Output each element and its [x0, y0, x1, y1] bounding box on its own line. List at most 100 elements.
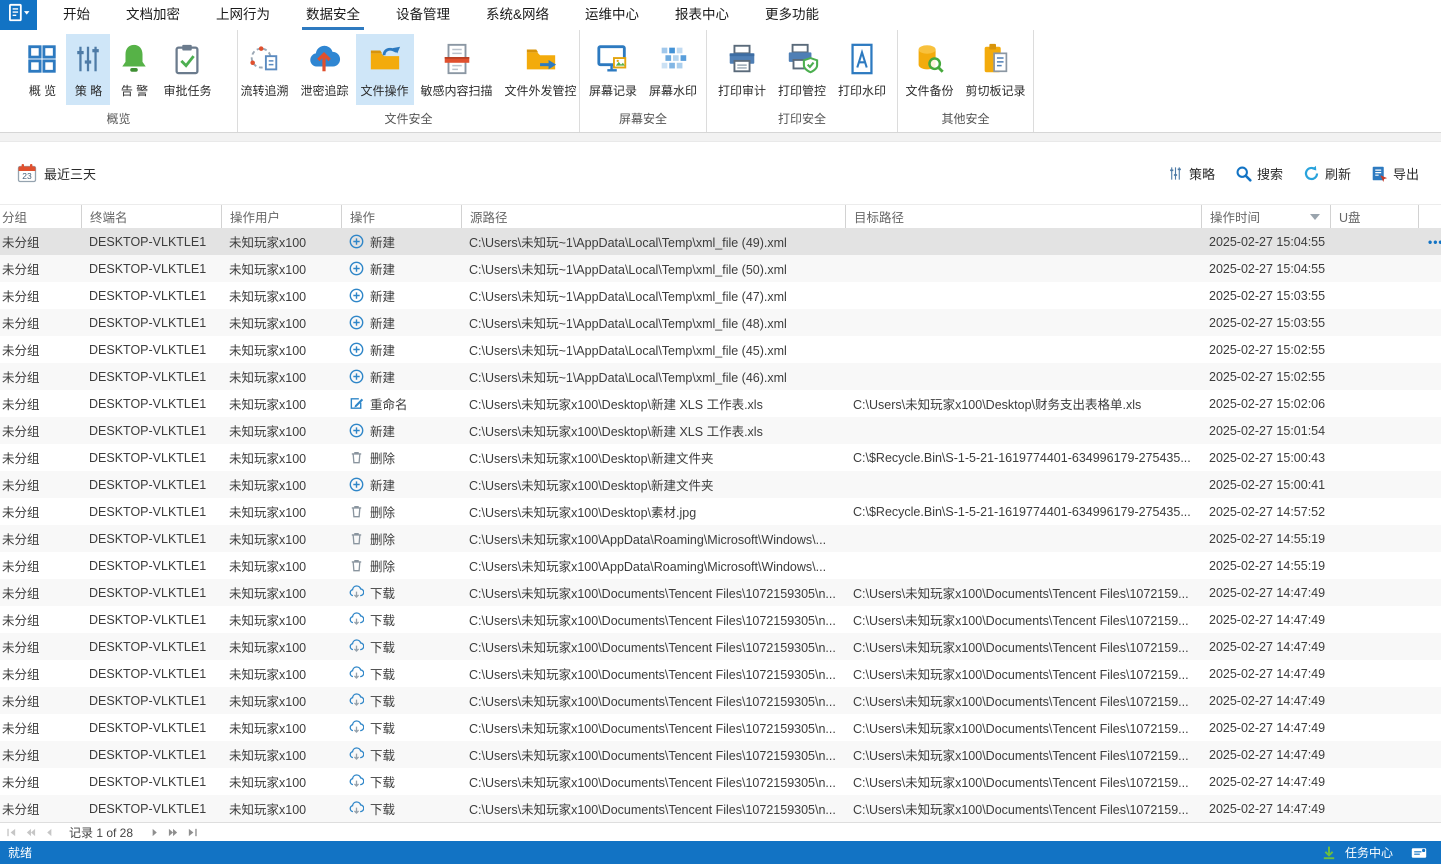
cell-group: 未分组 [0, 471, 81, 498]
cell-operation: 新建 [341, 255, 461, 282]
ribbon-button-文件操作[interactable]: 文件操作 [356, 34, 414, 105]
cell-operation: 删除 [341, 444, 461, 471]
table-row[interactable]: 未分组DESKTOP-VLKTLE1未知玩家x100新建C:\Users\未知玩… [0, 336, 1441, 363]
table-row[interactable]: 未分组DESKTOP-VLKTLE1未知玩家x100新建C:\Users\未知玩… [0, 417, 1441, 444]
menu-tab-系统&网络[interactable]: 系统&网络 [468, 0, 567, 30]
pager-next-icon[interactable] [147, 826, 162, 839]
pager-last-icon[interactable] [185, 826, 200, 839]
cloud-down-icon [349, 612, 364, 627]
table-row[interactable]: 未分组DESKTOP-VLKTLE1未知玩家x100重命名C:\Users\未知… [0, 390, 1441, 417]
ribbon-button-打印水印[interactable]: 打印水印 [833, 34, 891, 105]
column-header-row-actions[interactable] [1418, 205, 1441, 228]
toolbar-搜索-button[interactable]: 搜索 [1235, 164, 1283, 183]
toolbar-刷新-button[interactable]: 刷新 [1303, 164, 1351, 183]
column-header-label: 源路径 [470, 207, 508, 226]
ribbon-button-剪切板记录[interactable]: 剪切板记录 [961, 34, 1031, 105]
cell-target-path [845, 282, 1201, 309]
column-header-目标路径[interactable]: 目标路径 [845, 205, 1201, 228]
cell-source-path: C:\Users\未知玩家x100\Documents\Tencent File… [461, 795, 845, 822]
task-center-button[interactable]: 任务中心 [1345, 844, 1393, 861]
column-header-label: U盘 [1339, 207, 1361, 226]
app-menu-button[interactable] [0, 0, 37, 30]
table-row[interactable]: 未分组DESKTOP-VLKTLE1未知玩家x100新建C:\Users\未知玩… [0, 228, 1441, 255]
column-header-操作[interactable]: 操作 [341, 205, 461, 228]
ribbon-button-屏幕记录[interactable]: 屏幕记录 [584, 34, 642, 105]
table-row[interactable]: 未分组DESKTOP-VLKTLE1未知玩家x100新建C:\Users\未知玩… [0, 255, 1441, 282]
table-row[interactable]: 未分组DESKTOP-VLKTLE1未知玩家x100下载C:\Users\未知玩… [0, 714, 1441, 741]
ribbon-button-文件备份[interactable]: 文件备份 [900, 34, 958, 105]
edit-icon [349, 396, 364, 411]
cell-user: 未知玩家x100 [221, 417, 341, 444]
cell-row-actions [1418, 417, 1441, 444]
ribbon-button-概览[interactable]: 概 览 [20, 34, 64, 105]
table-row[interactable]: 未分组DESKTOP-VLKTLE1未知玩家x100下载C:\Users\未知玩… [0, 633, 1441, 660]
ribbon-button-敏感内容扫描[interactable]: 敏感内容扫描 [416, 34, 498, 105]
menu-tab-更多功能[interactable]: 更多功能 [747, 0, 837, 30]
column-header-终端名[interactable]: 终端名 [81, 205, 221, 228]
ribbon-group-label: 打印安全 [707, 110, 897, 132]
sort-down-icon[interactable] [1310, 214, 1320, 220]
cell-operation: 下载 [341, 795, 461, 822]
folder-back-icon [368, 42, 402, 76]
ribbon-button-屏幕水印[interactable]: 屏幕水印 [644, 34, 702, 105]
table-row[interactable]: 未分组DESKTOP-VLKTLE1未知玩家x100下载C:\Users\未知玩… [0, 687, 1441, 714]
operation-label: 下载 [370, 610, 395, 629]
table-row[interactable]: 未分组DESKTOP-VLKTLE1未知玩家x100删除C:\Users\未知玩… [0, 444, 1441, 471]
column-header-源路径[interactable]: 源路径 [461, 205, 845, 228]
cell-user: 未知玩家x100 [221, 714, 341, 741]
ribbon-button-泄密追踪[interactable]: 泄密追踪 [295, 34, 353, 105]
ribbon-button-文件外发管控[interactable]: 文件外发管控 [500, 34, 582, 105]
table-row[interactable]: 未分组DESKTOP-VLKTLE1未知玩家x100下载C:\Users\未知玩… [0, 579, 1441, 606]
cell-target-path [845, 525, 1201, 552]
date-filter-button[interactable]: 23 最近三天 [17, 163, 96, 183]
table-row[interactable]: 未分组DESKTOP-VLKTLE1未知玩家x100删除C:\Users\未知玩… [0, 498, 1441, 525]
ribbon-button-策略[interactable]: 策 略 [66, 34, 110, 105]
column-header-操作用户[interactable]: 操作用户 [221, 205, 341, 228]
ribbon-button-label: 打印管控 [778, 82, 826, 99]
trash-icon [349, 450, 364, 465]
table-row[interactable]: 未分组DESKTOP-VLKTLE1未知玩家x100删除C:\Users\未知玩… [0, 552, 1441, 579]
ribbon-button-打印审计[interactable]: 打印审计 [713, 34, 771, 105]
menu-tab-开始[interactable]: 开始 [45, 0, 108, 30]
table-row[interactable]: 未分组DESKTOP-VLKTLE1未知玩家x100下载C:\Users\未知玩… [0, 768, 1441, 795]
cell-source-path: C:\Users\未知玩家x100\Documents\Tencent File… [461, 579, 845, 606]
ribbon-button-审批任务[interactable]: 审批任务 [158, 34, 216, 105]
table-row[interactable]: 未分组DESKTOP-VLKTLE1未知玩家x100新建C:\Users\未知玩… [0, 282, 1441, 309]
menu-tab-运维中心[interactable]: 运维中心 [567, 0, 657, 30]
column-header-U盘[interactable]: U盘 [1330, 205, 1418, 228]
pager-next-group-icon[interactable] [166, 826, 181, 839]
task-download-icon[interactable] [1321, 845, 1337, 861]
table-row[interactable]: 未分组DESKTOP-VLKTLE1未知玩家x100新建C:\Users\未知玩… [0, 471, 1441, 498]
column-header-操作时间[interactable]: 操作时间 [1201, 205, 1330, 228]
table-row[interactable]: 未分组DESKTOP-VLKTLE1未知玩家x100删除C:\Users\未知玩… [0, 525, 1441, 552]
menu-tab-报表中心[interactable]: 报表中心 [657, 0, 747, 30]
table-row[interactable]: 未分组DESKTOP-VLKTLE1未知玩家x100下载C:\Users\未知玩… [0, 606, 1441, 633]
toolbar-导出-button[interactable]: 导出 [1371, 164, 1419, 183]
row-more-actions-button[interactable]: ••• [1426, 235, 1441, 249]
ribbon-button-流转追溯[interactable]: 流转追溯 [235, 34, 293, 105]
ribbon-button-告警[interactable]: 告 警 [112, 34, 156, 105]
table-row[interactable]: 未分组DESKTOP-VLKTLE1未知玩家x100新建C:\Users\未知玩… [0, 363, 1441, 390]
pager-first-icon[interactable] [4, 826, 19, 839]
table-row[interactable]: 未分组DESKTOP-VLKTLE1未知玩家x100下载C:\Users\未知玩… [0, 795, 1441, 822]
ribbon-button-打印管控[interactable]: 打印管控 [773, 34, 831, 105]
calendar-day: 23 [17, 171, 37, 181]
menu-tab-文档加密[interactable]: 文档加密 [108, 0, 198, 30]
menu-tab-设备管理[interactable]: 设备管理 [378, 0, 468, 30]
message-icon[interactable] [1411, 845, 1427, 861]
toolbar-策略-button[interactable]: 策略 [1167, 164, 1215, 183]
pager-prev-group-icon[interactable] [23, 826, 38, 839]
cell-row-actions [1418, 471, 1441, 498]
pager-prev-icon[interactable] [42, 826, 57, 839]
table-row[interactable]: 未分组DESKTOP-VLKTLE1未知玩家x100下载C:\Users\未知玩… [0, 660, 1441, 687]
column-header-分组[interactable]: 分组 [0, 205, 81, 228]
menu-tab-数据安全[interactable]: 数据安全 [288, 0, 378, 30]
cell-user: 未知玩家x100 [221, 768, 341, 795]
table-row[interactable]: 未分组DESKTOP-VLKTLE1未知玩家x100下载C:\Users\未知玩… [0, 741, 1441, 768]
toolbar-button-label: 刷新 [1325, 164, 1351, 183]
ribbon-substrip [0, 133, 1441, 142]
cell-operation: 新建 [341, 282, 461, 309]
cell-terminal: DESKTOP-VLKTLE1 [81, 309, 221, 336]
menu-tab-上网行为[interactable]: 上网行为 [198, 0, 288, 30]
table-row[interactable]: 未分组DESKTOP-VLKTLE1未知玩家x100新建C:\Users\未知玩… [0, 309, 1441, 336]
